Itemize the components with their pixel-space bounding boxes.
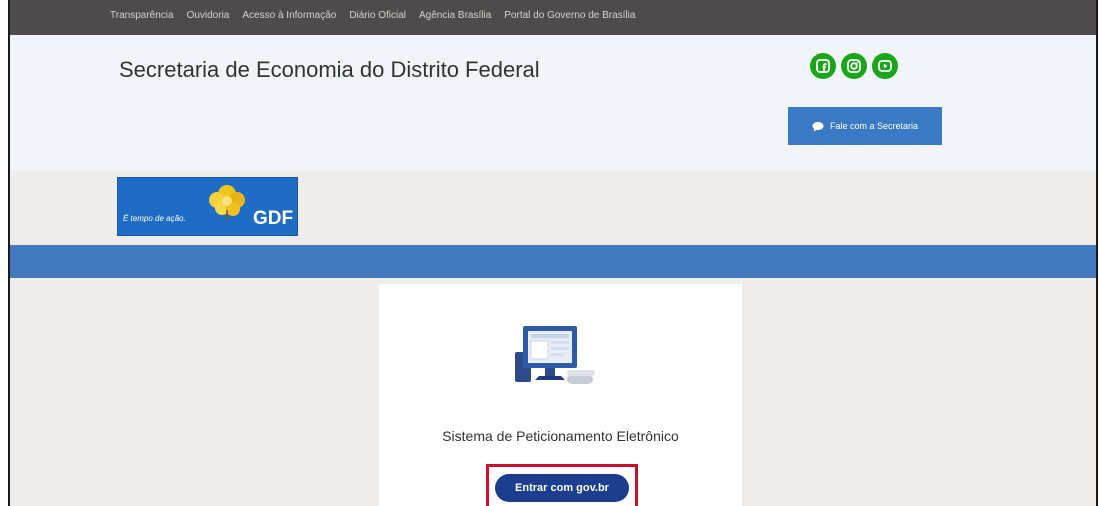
instagram-icon[interactable]: [841, 53, 867, 79]
entrar-govbr-button[interactable]: Entrar com gov.br: [495, 474, 629, 502]
link-acesso-informacao[interactable]: Acesso à Informação: [242, 10, 336, 21]
login-button-highlight: Entrar com gov.br: [486, 464, 638, 506]
login-card: Sistema de Peticionamento Eletrônico Ent…: [379, 284, 742, 506]
browser-frame: Transparência Ouvidoria Acesso à Informa…: [8, 0, 1098, 506]
link-diario-oficial[interactable]: Diário Oficial: [349, 10, 406, 21]
contact-button-label: Fale com a Secretaria: [829, 121, 919, 131]
site-title[interactable]: Secretaria de Economia do Distrito Feder…: [119, 57, 540, 83]
link-agencia-brasilia[interactable]: Agência Brasília: [419, 10, 491, 21]
logo-brand: GDF: [253, 208, 294, 229]
blue-separator-bar: [10, 245, 1096, 278]
logo-slogan: É tempo de ação.: [123, 214, 186, 223]
youtube-icon[interactable]: [872, 53, 898, 79]
ipe-flower-icon: [209, 185, 245, 221]
link-ouvidoria[interactable]: Ouvidoria: [187, 10, 230, 21]
contact-secretaria-button[interactable]: Fale com a Secretaria: [788, 107, 942, 145]
facebook-icon[interactable]: [810, 53, 836, 79]
government-topbar: Transparência Ouvidoria Acesso à Informa…: [10, 0, 1096, 35]
computer-icon: [515, 326, 595, 384]
chat-bubble-icon: [812, 121, 824, 131]
topbar-links: Transparência Ouvidoria Acesso à Informa…: [110, 0, 635, 30]
link-transparencia[interactable]: Transparência: [110, 10, 174, 21]
system-name: Sistema de Peticionamento Eletrônico: [442, 428, 679, 444]
link-portal-governo[interactable]: Portal do Governo de Brasília: [504, 10, 635, 21]
gdf-logo[interactable]: É tempo de ação. GDF: [117, 177, 298, 236]
social-links: [810, 53, 898, 79]
site-header: Secretaria de Economia do Distrito Feder…: [10, 35, 1096, 170]
